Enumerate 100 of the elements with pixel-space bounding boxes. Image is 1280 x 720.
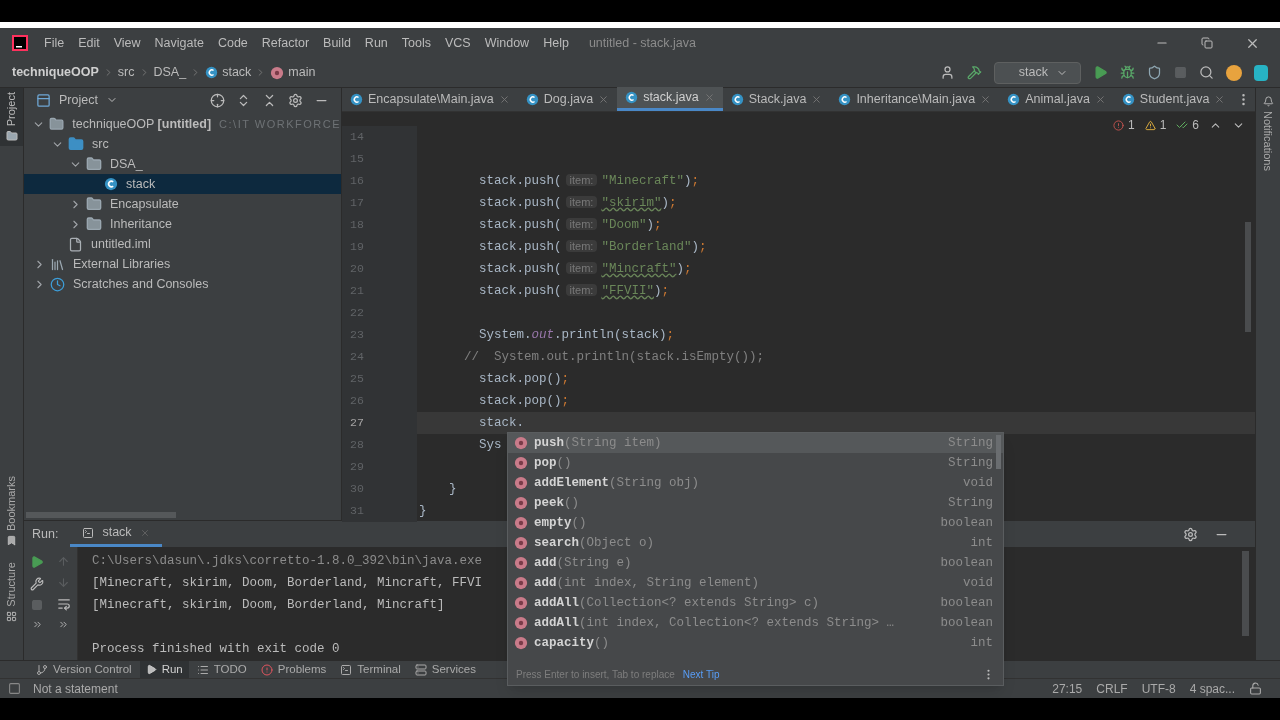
side-tool-tab[interactable]: Structure — [3, 554, 20, 630]
menu-item[interactable]: Help — [543, 33, 569, 53]
menu-item[interactable]: Refactor — [261, 33, 310, 53]
tool-window-tab[interactable]: TODO — [190, 660, 253, 679]
tool-window-tab[interactable]: Version Control — [30, 660, 138, 679]
bookmark-icon — [6, 535, 17, 547]
file-encoding[interactable]: UTF-8 — [1141, 679, 1176, 698]
indent-setting[interactable]: 4 spac... — [1189, 679, 1235, 698]
coverage-icon[interactable] — [1147, 65, 1162, 80]
soft-wrap-icon[interactable] — [56, 597, 71, 611]
code-line: stack.push( item: "Borderland"); — [478, 238, 707, 256]
completion-item[interactable]: search(Object o) int — [508, 533, 1003, 553]
tree-item[interactable]: Inheritance — [24, 214, 341, 234]
close-tab-icon[interactable] — [1214, 93, 1226, 105]
wrench-icon[interactable] — [30, 577, 44, 591]
menu-item[interactable]: Window — [484, 33, 530, 53]
search-icon[interactable] — [1199, 65, 1214, 80]
locate-icon[interactable] — [210, 92, 225, 108]
tool-window-tab[interactable]: Run — [139, 660, 189, 679]
close-tab-icon[interactable] — [598, 93, 610, 105]
tool-window-tab[interactable]: Services — [408, 660, 482, 679]
method-icon — [514, 576, 528, 590]
menu-item[interactable]: Build — [323, 33, 351, 53]
side-tool-tab[interactable]: Bookmarks — [3, 468, 20, 555]
settings-icon[interactable] — [288, 92, 303, 108]
tool-window-tab[interactable]: Problems — [254, 660, 333, 679]
run-icon[interactable] — [1093, 65, 1108, 80]
close-tab-icon[interactable] — [811, 93, 823, 105]
menu-item[interactable]: VCS — [445, 33, 471, 53]
menu-item[interactable]: Edit — [78, 33, 100, 53]
more-actions-icon[interactable] — [58, 619, 69, 630]
completion-item[interactable]: addAll(int index, Collection<? extends String> … boolean — [508, 613, 1003, 633]
lock-icon[interactable] — [1249, 682, 1262, 695]
completion-item[interactable]: capacity() int — [508, 633, 1003, 653]
tree-item[interactable]: External Libraries — [24, 254, 341, 274]
class-icon — [104, 177, 118, 191]
editor-tab[interactable]: Animal.java — [999, 87, 1114, 111]
menu-item[interactable]: Tools — [401, 33, 431, 53]
breadcrumb[interactable]: src — [117, 63, 135, 82]
breadcrumb[interactable]: techniqueOOP — [12, 63, 99, 82]
run-configuration-dropdown[interactable]: stack — [993, 61, 1081, 84]
menu-item[interactable]: View — [113, 33, 141, 53]
tree-item-label: untitled.iml — [91, 235, 151, 253]
restore-icon[interactable] — [1201, 37, 1213, 49]
completion-item[interactable]: addAll(Collection<? extends String> c) boolean — [508, 593, 1003, 613]
class-icon — [525, 92, 539, 106]
breadcrumb[interactable]: main — [270, 63, 316, 82]
close-tab-icon[interactable] — [498, 93, 510, 105]
menu-item[interactable]: Navigate — [154, 33, 204, 53]
tool-window-tab[interactable]: Terminal — [334, 660, 407, 679]
more-actions-icon[interactable] — [31, 619, 43, 630]
close-tab-icon[interactable] — [1094, 93, 1106, 105]
tree-item-label: Scratches and Consoles — [73, 275, 209, 293]
completion-item[interactable]: peek() String — [508, 493, 1003, 513]
line-separator[interactable]: CRLF — [1096, 679, 1128, 698]
panel-toggle-icon[interactable] — [8, 682, 21, 695]
debug-icon[interactable] — [1120, 65, 1135, 80]
tree-item[interactable]: Encapsulate — [24, 194, 341, 214]
breadcrumb[interactable]: stack — [205, 63, 252, 82]
settings-icon[interactable] — [1183, 526, 1198, 542]
editor-tab[interactable]: Encapsulate\Main.java — [342, 87, 518, 111]
check-icon — [1176, 119, 1189, 131]
completion-item[interactable]: pop() String — [508, 453, 1003, 473]
project-view-dropdown[interactable]: Project — [59, 90, 118, 110]
user-icon[interactable] — [939, 65, 955, 80]
tree-item[interactable]: src — [24, 134, 341, 154]
tree-item[interactable]: untitled.iml — [24, 234, 341, 254]
menu-item[interactable]: Run — [364, 33, 388, 53]
update-icon[interactable] — [1226, 64, 1242, 81]
menu-item[interactable]: Code — [217, 33, 248, 53]
next-tip-link[interactable]: Next Tip — [682, 666, 720, 682]
tree-item-label: External Libraries — [73, 255, 171, 273]
code-line: stack. — [478, 414, 525, 432]
rerun-icon[interactable] — [30, 555, 44, 569]
tree-item[interactable]: DSA_ — [24, 154, 341, 174]
tool-window-label: Project — [4, 92, 19, 127]
notifications-tool-tab[interactable]: Notifications — [1259, 96, 1277, 171]
menu-item[interactable]: File — [44, 33, 65, 53]
editor-tab[interactable]: Dog.java — [517, 87, 618, 111]
editor-tab[interactable]: stack.java — [617, 87, 723, 111]
close-tab-icon[interactable] — [980, 93, 992, 105]
tree-item[interactable]: Scratches and Consoles — [24, 274, 341, 294]
editor-tab[interactable]: Student.java — [1113, 87, 1234, 111]
breadcrumb[interactable]: DSA_ — [153, 63, 187, 82]
caret-position[interactable]: 27:15 — [1052, 679, 1083, 698]
file-icon — [68, 236, 83, 252]
services-icon — [414, 663, 427, 676]
tree-item[interactable]: stack — [24, 174, 341, 194]
typo-count[interactable]: 6 — [1176, 116, 1199, 134]
project-tool-tab[interactable]: Project — [0, 88, 23, 147]
completion-item[interactable]: addElement(String obj) void — [508, 473, 1003, 493]
editor-tab[interactable]: Stack.java — [722, 87, 831, 111]
completion-item[interactable]: add(int index, String element) void — [508, 573, 1003, 593]
editor-tab[interactable]: Inheritance\Main.java — [830, 87, 1000, 111]
error-count[interactable]: 1 — [1112, 116, 1135, 134]
build-icon[interactable] — [966, 65, 982, 80]
package-folder-icon — [86, 216, 102, 232]
completion-item[interactable]: empty() boolean — [508, 513, 1003, 533]
warning-count[interactable]: 1 — [1144, 116, 1167, 134]
completion-item[interactable]: add(String e) boolean — [508, 553, 1003, 573]
